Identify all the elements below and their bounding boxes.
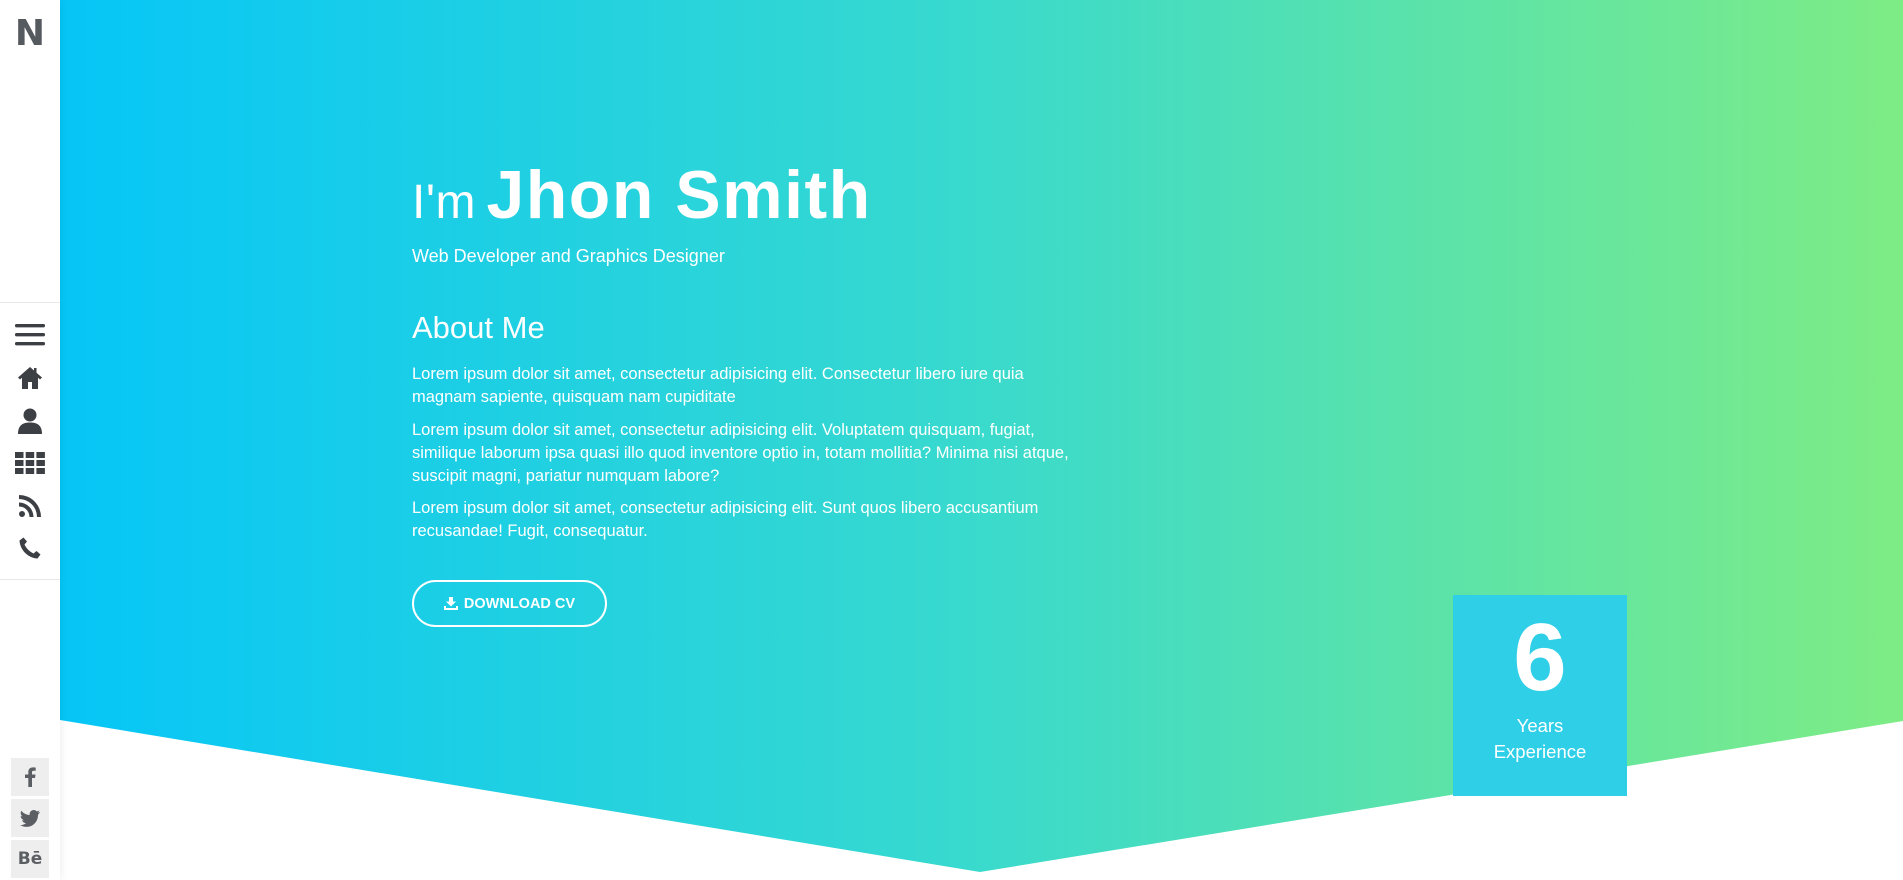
menu-icon: [15, 324, 45, 346]
sidebar-nav: [0, 302, 60, 580]
download-cv-button[interactable]: DOWNLOAD CV: [412, 580, 607, 627]
twitter-icon: [20, 809, 40, 827]
logo[interactable]: N: [0, 12, 60, 56]
behance-link[interactable]: Bē: [11, 840, 49, 878]
facebook-link[interactable]: [11, 758, 49, 796]
nav-home[interactable]: [0, 358, 60, 398]
about-heading: About Me: [412, 310, 545, 345]
sidebar: N Bē: [0, 0, 60, 880]
experience-label-years: Years: [1516, 715, 1564, 736]
home-icon: [18, 367, 42, 389]
nav-about[interactable]: [0, 401, 60, 441]
about-paragraph: Lorem ipsum dolor sit amet, consectetur …: [412, 499, 1039, 540]
about-paragraph: Lorem ipsum dolor sit amet, consectetur …: [412, 421, 1069, 485]
phone-icon: [19, 537, 41, 559]
nav-blog[interactable]: [0, 486, 60, 526]
greeting: I'm: [412, 176, 476, 229]
experience-box: 6 Years Experience: [1453, 595, 1627, 796]
menu-button[interactable]: [0, 315, 60, 355]
download-cv-label: DOWNLOAD CV: [463, 595, 576, 612]
twitter-link[interactable]: [11, 799, 49, 837]
rss-icon: [19, 495, 41, 517]
nav-contact[interactable]: [0, 528, 60, 568]
experience-number: 6: [1513, 604, 1567, 711]
hero-headline: I'm Jhon Smith: [412, 150, 872, 259]
about-paragraph: Lorem ipsum dolor sit amet, consectetur …: [412, 365, 1024, 406]
hero-subtitle: Web Developer and Graphics Designer: [412, 246, 725, 266]
download-icon: [443, 597, 458, 610]
behance-icon: Bē: [17, 849, 43, 869]
facebook-icon: [25, 767, 36, 787]
hero-name: Jhon Smith: [486, 157, 872, 233]
nav-portfolio[interactable]: [0, 443, 60, 483]
grid-icon: [15, 452, 45, 474]
experience-label-experience: Experience: [1493, 741, 1587, 762]
user-icon: [18, 408, 42, 434]
